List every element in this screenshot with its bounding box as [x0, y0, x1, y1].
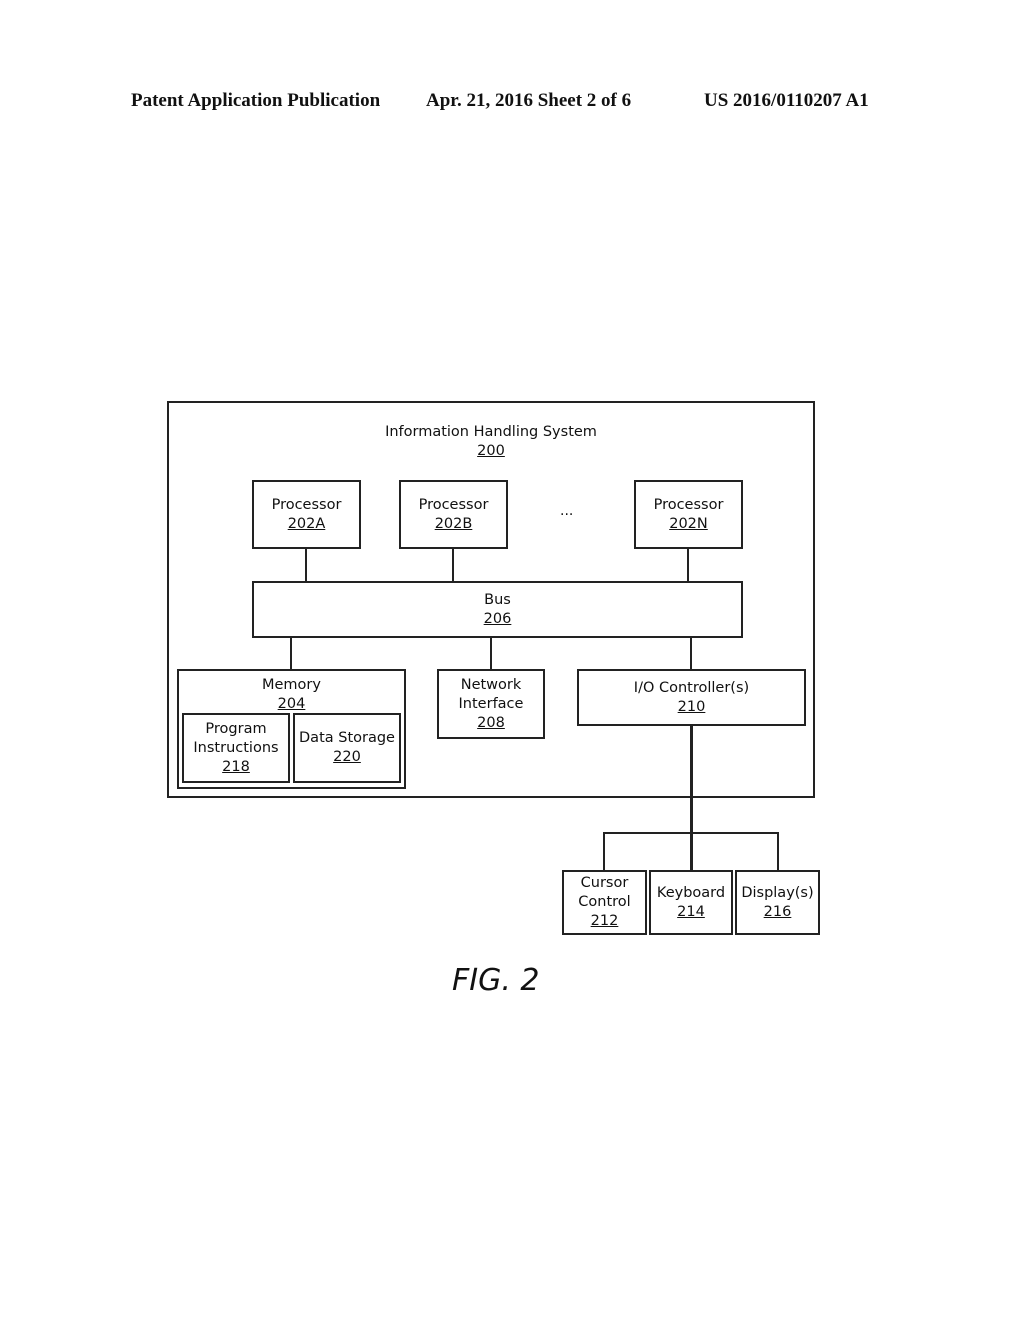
cursor-control-box: Cursor Control 212	[562, 870, 647, 935]
processor-ellipsis: ...	[560, 503, 574, 519]
display-box: Display(s) 216	[735, 870, 820, 935]
program-instructions-label-2: Instructions	[193, 739, 279, 756]
connector-line	[690, 725, 693, 872]
processor-ref: 202A	[287, 515, 326, 532]
processor-label: Processor	[271, 496, 342, 513]
network-interface-ref: 208	[477, 714, 505, 731]
memory-ref: 204	[277, 696, 306, 712]
connector-line	[687, 548, 689, 582]
connector-line	[290, 637, 292, 670]
processor-202b-box: Processor 202B	[399, 480, 508, 549]
header-patent-number: US 2016/0110207 A1	[704, 90, 869, 111]
connector-line	[305, 548, 307, 582]
connector-line	[490, 637, 492, 670]
network-interface-label: Network	[460, 676, 522, 693]
io-controller-box: I/O Controller(s) 210	[577, 669, 806, 726]
cursor-control-label: Cursor	[580, 875, 629, 891]
processor-202a-box: Processor 202A	[252, 480, 361, 549]
io-controller-label: I/O Controller(s)	[633, 679, 750, 696]
system-label: Information Handling System	[385, 424, 597, 440]
processor-label: Processor	[418, 496, 489, 513]
bus-label: Bus	[484, 591, 511, 608]
processor-label: Processor	[653, 496, 724, 513]
cursor-control-label-2: Control	[578, 894, 631, 910]
data-storage-ref: 220	[333, 749, 361, 765]
memory-label: Memory	[262, 677, 321, 693]
network-interface-label-2: Interface	[458, 695, 524, 712]
program-instructions-label: Program	[205, 720, 267, 737]
figure-label: FIG. 2	[452, 963, 540, 998]
io-controller-ref: 210	[677, 698, 706, 715]
processor-ref: 202B	[434, 515, 473, 532]
connector-line	[452, 548, 454, 582]
processor-202n-box: Processor 202N	[634, 480, 743, 549]
header-date-sheet: Apr. 21, 2016 Sheet 2 of 6	[426, 90, 632, 111]
display-ref: 216	[763, 903, 792, 920]
keyboard-ref: 214	[677, 903, 705, 920]
system-ref: 200	[477, 443, 505, 459]
connector-line	[777, 832, 779, 872]
data-storage-box: Data Storage 220	[293, 713, 401, 783]
connector-line	[603, 832, 605, 872]
keyboard-label: Keyboard	[656, 884, 726, 901]
connector-line	[603, 832, 779, 834]
keyboard-box: Keyboard 214	[649, 870, 733, 935]
program-instructions-ref: 218	[222, 758, 250, 775]
header-publication: Patent Application Publication	[131, 90, 381, 111]
bus-ref: 206	[483, 610, 512, 627]
bus-box: Bus 206	[252, 581, 743, 638]
connector-line	[690, 637, 692, 670]
data-storage-label: Data Storage	[299, 730, 395, 746]
network-interface-box: Network Interface 208	[437, 669, 545, 739]
program-instructions-box: Program Instructions 218	[182, 713, 290, 783]
cursor-control-ref: 212	[590, 913, 619, 929]
display-label: Display(s)	[741, 884, 814, 901]
processor-ref: 202N	[669, 515, 708, 532]
